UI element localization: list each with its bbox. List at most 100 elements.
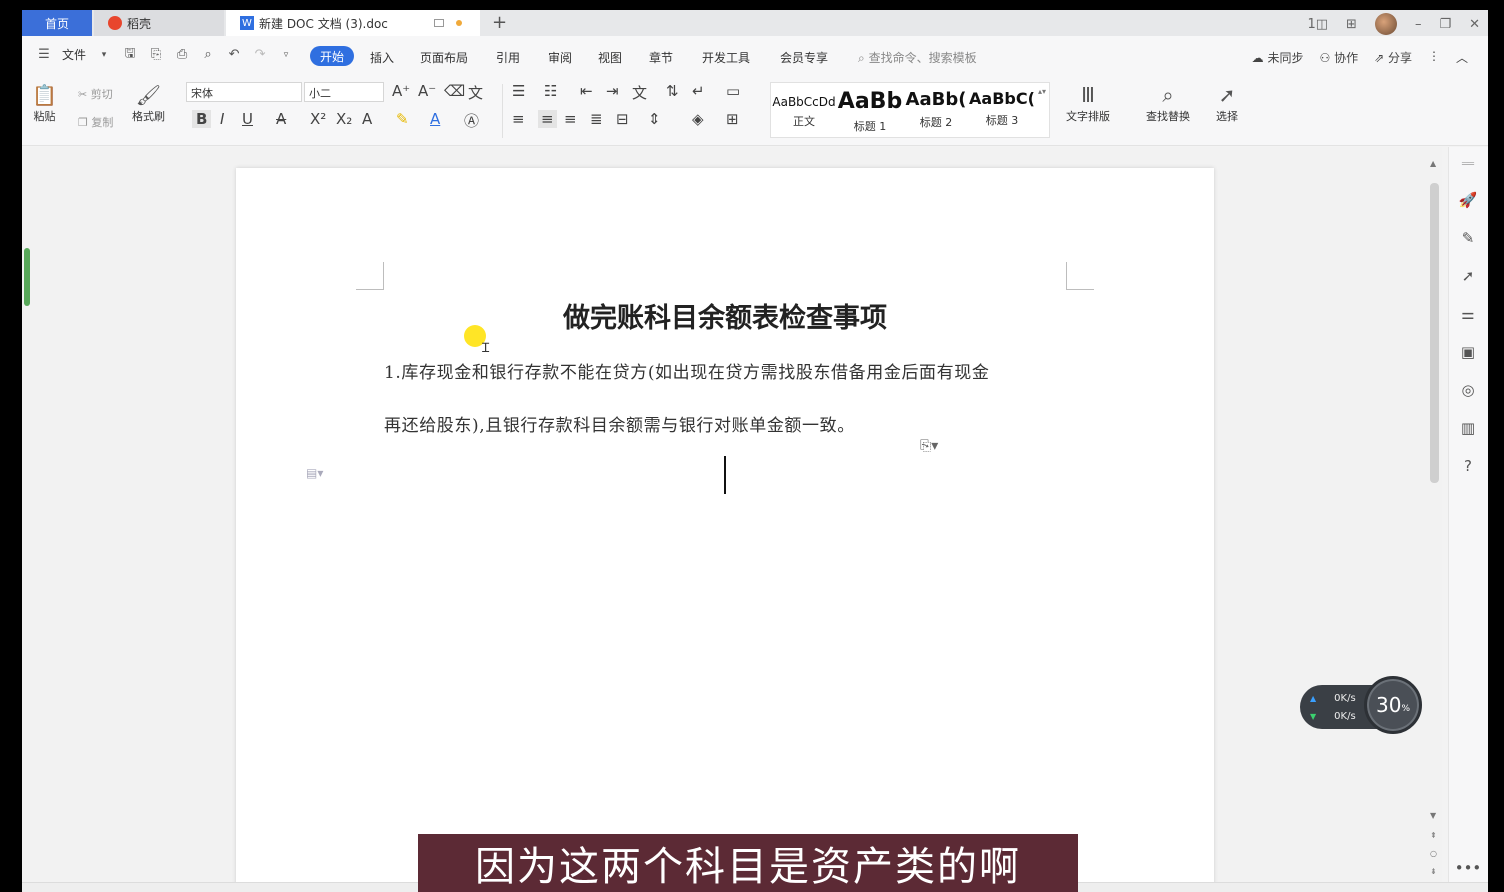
highlight-icon[interactable]: ✎ [396,110,409,128]
help-icon[interactable]: ? [1457,455,1479,477]
undo-icon[interactable]: ↶ [226,47,242,63]
prev-page-icon[interactable]: ⇞ [1430,831,1437,840]
side-panel-handle[interactable] [24,248,30,306]
close-button[interactable]: ✕ [1469,17,1480,32]
bold-button[interactable]: B [192,110,212,128]
menu-review[interactable]: 审阅 [548,49,572,66]
user-avatar[interactable] [1374,13,1397,35]
font-size-select[interactable]: 小二 [304,82,384,102]
align-center-icon[interactable]: ≡ [538,110,557,128]
menu-start[interactable]: 开始 [310,46,354,66]
align-left-icon[interactable]: ≡ [512,110,525,128]
cut-button[interactable]: ✂ 剪切 [78,86,113,102]
hamburger-icon[interactable]: ☰ [36,47,52,63]
command-search[interactable]: ⌕ 查找命令、搜索模板 [858,49,977,66]
font-color-icon[interactable]: A [430,110,440,128]
menu-section[interactable]: 章节 [649,49,673,66]
new-tab-button[interactable]: + [492,12,507,33]
redo-icon[interactable]: ↷ [252,47,268,63]
decrease-indent-icon[interactable]: ⇤ [580,82,593,100]
more-icon[interactable]: ⋮ [1428,49,1440,66]
grow-font-icon[interactable]: A⁺ [392,82,410,100]
apps-grid-icon[interactable]: ⊞ [1346,17,1357,32]
chinese-layout-icon[interactable]: 文 [632,82,647,103]
borders-icon[interactable]: ⊞ [726,110,739,128]
image-icon[interactable]: ▣ [1457,341,1479,363]
paste-options-icon[interactable]: ⎘▾ [920,438,938,454]
scrollbar-thumb[interactable] [1430,183,1439,483]
align-right-icon[interactable]: ≡ [564,110,577,128]
collapse-ribbon-icon[interactable]: ︿ [1456,49,1468,66]
subscript-icon[interactable]: X₂ [336,110,352,128]
book-icon[interactable]: ▥ [1457,417,1479,439]
cpu-usage-indicator[interactable]: 30% [1364,676,1422,734]
paragraph-line-1[interactable]: 1.库存现金和银行存款不能在贷方(如出现在贷方需找股东借备用金后面有现金 [384,358,989,383]
justify-icon[interactable]: ≣ [590,110,603,128]
menu-page-layout[interactable]: 页面布局 [420,49,468,66]
superscript-icon[interactable]: X² [310,110,326,128]
rocket-icon[interactable]: 🚀 [1457,189,1479,211]
phonetic-icon[interactable]: 文 [468,82,483,103]
tab-daoke[interactable]: 稻壳 [94,10,224,36]
pointer-icon[interactable]: ➚ [1457,265,1479,287]
numbered-list-icon[interactable]: ☷ [544,82,557,100]
italic-button[interactable]: I [220,110,224,128]
line-spacing-icon[interactable]: ⇕ [648,110,661,128]
text-effect-icon[interactable]: A [362,110,372,128]
style-heading-1[interactable]: AaBb 标题 1 [837,83,903,139]
shading-icon[interactable]: ◈ [692,110,704,128]
text-layout-button[interactable]: Ⅲ 文字排版 [1066,82,1110,124]
copy-button[interactable]: ❐ 复制 [78,114,113,130]
share-button[interactable]: ⇗ 分享 [1374,49,1412,66]
menu-insert[interactable]: 插入 [370,49,394,66]
compass-icon[interactable]: ◎ [1457,379,1479,401]
scroll-up-icon[interactable]: ▲ [1430,159,1436,168]
show-marks-icon[interactable]: ↵ [692,82,705,100]
customize-icon[interactable]: ▿ [278,47,294,63]
next-page-icon[interactable]: ⇟ [1430,867,1437,876]
style-heading-2[interactable]: AaBb( 标题 2 [903,83,969,139]
collaborate-button[interactable]: ⚇ 协作 [1320,49,1359,66]
font-name-select[interactable]: 宋体 [186,82,302,102]
bullet-list-icon[interactable]: ☰ [512,82,525,100]
distribute-icon[interactable]: ⊟ [616,110,629,128]
menu-references[interactable]: 引用 [496,49,520,66]
export-pdf-icon[interactable]: ⎘ [148,47,164,63]
sidebar-grip-icon[interactable]: ══ [1457,153,1479,175]
format-painter-button[interactable]: 🖌 格式刷 [132,82,165,124]
clear-format-icon[interactable]: ⌫ [444,82,465,100]
menu-member[interactable]: 会员专享 [780,49,828,66]
print-preview-icon[interactable]: ⌕ [200,47,216,63]
menu-file[interactable]: 文件 [62,46,86,63]
layout-icon[interactable]: 1◫ [1307,17,1328,32]
shrink-font-icon[interactable]: A⁻ [418,82,436,100]
monitor-icon[interactable] [433,19,444,27]
vertical-scrollbar[interactable]: ▲ ▼ ⇞ ○ ⇟ [1426,147,1442,892]
chevron-down-icon[interactable]: ▾ [96,47,112,63]
document-title[interactable]: 做完账科目余额表检查事项 [236,296,1214,335]
style-normal[interactable]: AaBbCcDd 正文 [771,83,837,139]
paste-button[interactable]: 📋 粘贴 [32,82,57,124]
style-heading-3[interactable]: AaBbC( 标题 3 [969,83,1035,139]
strikethrough-icon[interactable]: A [276,110,286,128]
char-border-icon[interactable]: Ⓐ [464,110,479,131]
select-button[interactable]: ➚ 选择 [1216,82,1238,124]
tab-home[interactable]: 首页 [22,10,92,36]
save-icon[interactable]: 🖫 [122,46,138,63]
scroll-down-icon[interactable]: ▼ [1430,811,1436,820]
print-icon[interactable]: ⎙ [174,47,190,63]
find-replace-button[interactable]: ⌕ 查找替换 [1146,82,1190,124]
more-dots-icon[interactable]: ••• [1455,857,1482,879]
paragraph-menu-icon[interactable]: ▤▾ [306,466,323,480]
increase-indent-icon[interactable]: ⇥ [606,82,619,100]
document-page[interactable]: 做完账科目余额表检查事项 1.库存现金和银行存款不能在贷方(如出现在贷方需找股东… [236,168,1214,892]
tab-document[interactable]: W 新建 DOC 文档 (3).doc [226,10,480,36]
style-scroll-icon[interactable]: ▴▾ [1038,87,1046,96]
sort-icon[interactable]: ⇅ [666,82,679,100]
paragraph-line-2[interactable]: 再还给股东),且银行存款科目余额需与银行对账单金额一致。 [384,411,855,436]
sliders-icon[interactable]: ⚌ [1457,303,1479,325]
underline-button[interactable]: U [242,110,253,128]
menu-view[interactable]: 视图 [598,49,622,66]
pen-icon[interactable]: ✎ [1457,227,1479,249]
minimize-button[interactable]: – [1415,17,1422,32]
